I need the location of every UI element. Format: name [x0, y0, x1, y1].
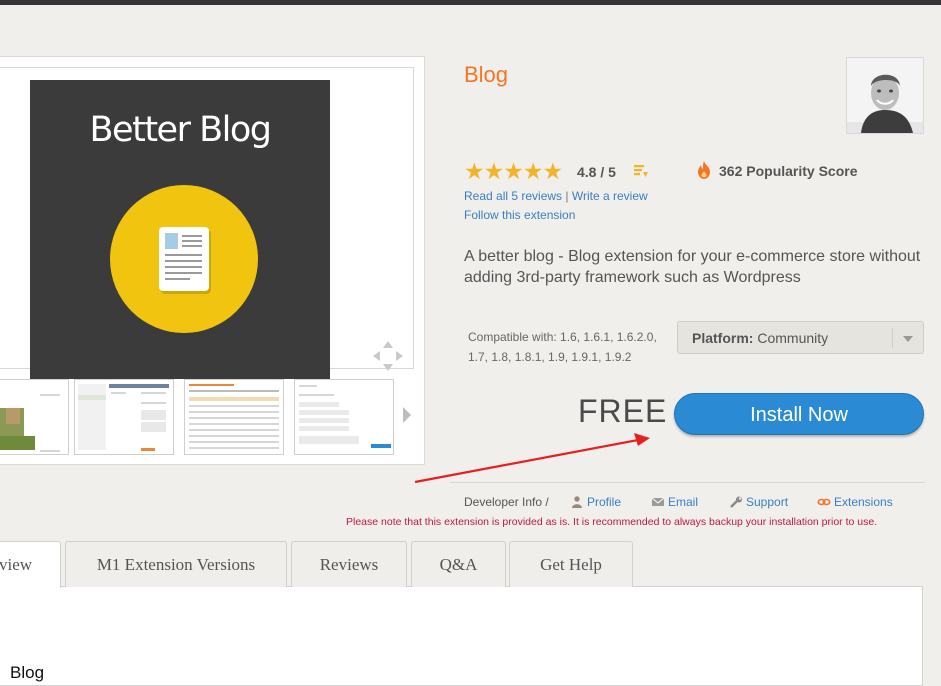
popularity-score: 362 Popularity Score — [719, 163, 858, 179]
email-link-label: Email — [668, 495, 699, 509]
review-links: Read all 5 reviews | Write a review — [464, 189, 648, 203]
platform-select[interactable]: Platform: Community — [677, 321, 924, 354]
rating-value: 4.8 / 5 — [577, 164, 616, 180]
email-icon — [651, 497, 665, 506]
product-gallery: Better Blog — [0, 56, 425, 465]
top-bar — [0, 0, 941, 5]
platform-select-value: Platform: Community — [692, 330, 828, 346]
zoom-icon[interactable] — [371, 339, 405, 373]
avatar-photo — [847, 58, 923, 133]
rating-detail-icon[interactable] — [633, 163, 649, 179]
link-separator: | — [565, 189, 569, 203]
price: FREE — [578, 393, 668, 429]
document-icon — [159, 227, 209, 291]
follow-extension-link[interactable]: Follow this extension — [464, 208, 575, 222]
profile-icon — [572, 496, 582, 508]
product-title: Blog — [464, 62, 509, 87]
developer-info-label: Developer Info / — [464, 495, 549, 509]
content-heading: Blog — [10, 663, 45, 682]
main-image-frame: Better Blog — [0, 67, 414, 379]
document-circle-graphic — [110, 185, 258, 333]
thumbnail-2[interactable] — [74, 379, 174, 455]
gallery-next-icon[interactable] — [403, 407, 411, 423]
thumbnail-3[interactable] — [184, 379, 284, 455]
disclaimer-note: Please note that this extension is provi… — [346, 516, 878, 528]
image-title: Better Blog — [89, 110, 272, 150]
install-now-button[interactable]: Install Now — [674, 393, 924, 435]
flame-icon — [698, 161, 710, 179]
support-link-label: Support — [746, 495, 789, 509]
thumbnail-1[interactable] — [0, 379, 69, 455]
main-product-image[interactable]: Better Blog — [30, 80, 330, 379]
annotation-arrow — [414, 433, 650, 484]
tab-qa[interactable]: Q&A — [411, 541, 506, 587]
select-separator — [892, 328, 893, 348]
developer-avatar[interactable] — [846, 57, 924, 134]
tab-reviews[interactable]: Reviews — [291, 541, 407, 587]
tab-m1-extension-versions[interactable]: M1 Extension Versions — [65, 541, 287, 587]
support-icon — [730, 496, 742, 508]
tab-overview[interactable]: view — [0, 541, 61, 588]
write-review-link[interactable]: Write a review — [572, 189, 648, 203]
profile-link-label: Profile — [587, 495, 622, 509]
platform-value: Community — [757, 330, 829, 346]
platform-label: Platform: — [692, 330, 754, 346]
thumbnail-4[interactable] — [294, 379, 394, 455]
tab-get-help[interactable]: Get Help — [509, 541, 633, 587]
read-reviews-link[interactable]: Read all 5 reviews — [464, 189, 562, 203]
chevron-down-icon — [903, 336, 913, 342]
product-description: A better blog - Blog extension for your … — [464, 248, 921, 286]
extensions-link-label: Extensions — [834, 495, 893, 509]
rating-stars: ★★★★★ — [464, 158, 563, 184]
compatibility-text: Compatible with: 1.6, 1.6.1, 1.6.2.0, 1.… — [468, 330, 657, 364]
tab-content-panel — [0, 586, 923, 686]
divider — [450, 482, 925, 483]
extensions-icon — [817, 498, 831, 506]
